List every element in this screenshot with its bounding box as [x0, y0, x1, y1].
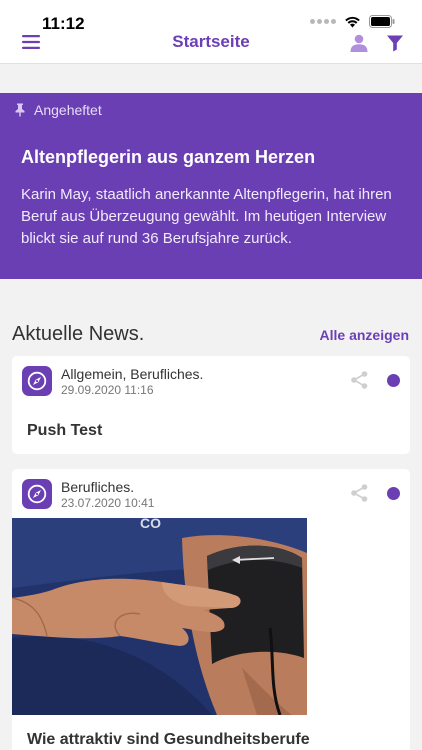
news-category: Allgemein, Berufliches.: [61, 366, 204, 382]
nav-bar: Startseite: [0, 32, 422, 64]
signal-icon: [310, 19, 336, 24]
news-title: Wie attraktiv sind Gesundheitsberufe: [27, 731, 310, 748]
news-date: 23.07.2020 10:41: [61, 496, 155, 510]
news-image: CO: [12, 518, 307, 715]
unread-indicator: [387, 374, 400, 387]
pinned-article[interactable]: Angeheftet Altenpflegerin aus ganzem Her…: [0, 93, 422, 279]
blood-pressure-photo: CO: [12, 518, 307, 715]
news-section-title: Aktuelle News.: [12, 323, 145, 345]
news-title: Push Test: [27, 422, 103, 439]
pinned-label: Angeheftet: [34, 102, 102, 118]
pinned-header: Angeheftet: [14, 102, 102, 118]
news-card[interactable]: Allgemein, Berufliches. 29.09.2020 11:16…: [12, 356, 410, 454]
show-all-link[interactable]: Alle anzeigen: [320, 327, 409, 343]
status-time: 11:12: [42, 14, 85, 33]
share-icon[interactable]: [349, 483, 369, 503]
share-icon[interactable]: [349, 370, 369, 390]
news-card[interactable]: Berufliches. 23.07.2020 10:41 CO Wie att…: [12, 469, 410, 750]
pin-icon: [15, 103, 25, 117]
pinned-title: Altenpflegerin aus ganzem Herzen: [21, 147, 316, 167]
category-icon: [22, 366, 52, 396]
unread-indicator: [387, 487, 400, 500]
status-bar: 11:12: [0, 0, 422, 34]
news-date: 29.09.2020 11:16: [61, 383, 154, 397]
compass-icon: [27, 484, 47, 504]
filter-icon[interactable]: [386, 34, 404, 52]
compass-icon: [27, 371, 47, 391]
category-icon: [22, 479, 52, 509]
svg-text:CO: CO: [140, 518, 161, 531]
news-category: Berufliches.: [61, 479, 135, 495]
wifi-icon: [345, 16, 360, 27]
status-icons: [310, 15, 396, 28]
profile-icon[interactable]: [349, 34, 369, 52]
battery-icon: [369, 15, 395, 28]
pinned-text: Karin May, staatlich anerkannte Altenpfl…: [21, 186, 392, 247]
